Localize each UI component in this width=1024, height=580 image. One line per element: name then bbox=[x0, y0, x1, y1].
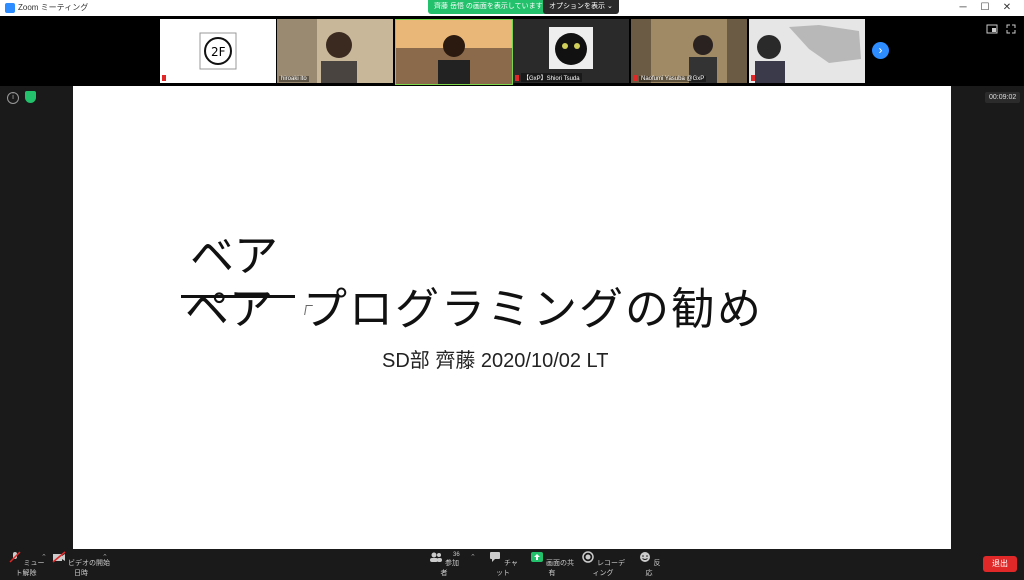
participants-icon bbox=[430, 552, 443, 562]
video-feed-icon bbox=[396, 20, 512, 84]
participant-thumb-active[interactable] bbox=[395, 19, 513, 85]
start-video-label: ビデオの開始日時 bbox=[67, 560, 110, 577]
participant-thumb[interactable]: Naofumi Yasuba @GxP bbox=[631, 19, 747, 83]
participants-count: 36 bbox=[453, 552, 460, 558]
layout-icon[interactable] bbox=[986, 24, 998, 34]
slide-subtitle: SD部 齊藤 2020/10/02 LT bbox=[382, 350, 609, 372]
mute-options-caret-icon[interactable]: ⌃ bbox=[41, 553, 47, 561]
meeting-timer: 00:09:02 bbox=[985, 92, 1021, 103]
shared-screen-slide: ベア ペア プログラミングの勧め SD部 齊藤 2020/10/02 LT bbox=[73, 86, 951, 549]
participant-thumb[interactable]: hiroaki ito bbox=[277, 19, 393, 83]
chat-icon bbox=[490, 552, 501, 562]
participants-caret-icon[interactable]: ⌃ bbox=[470, 553, 476, 561]
mic-muted-icon bbox=[633, 75, 637, 81]
leave-meeting-button[interactable]: 退出 bbox=[983, 556, 1017, 572]
info-icon[interactable]: i bbox=[7, 92, 19, 104]
video-feed-icon bbox=[651, 19, 727, 83]
unmute-button[interactable]: ミュート解除 bbox=[6, 551, 46, 578]
share-screen-label: 画面の共有 bbox=[545, 560, 574, 577]
svg-text:2F: 2F bbox=[211, 45, 226, 59]
mic-off-icon bbox=[8, 551, 21, 563]
meeting-toolbar: ミュート解除 ⌃ ビデオの開始日時 ⌃ 参加者 36 ⌃ チャット 画面の共有 … bbox=[0, 549, 1024, 580]
video-off-icon bbox=[52, 551, 66, 563]
fullscreen-icon[interactable] bbox=[1006, 24, 1016, 34]
participants-label: 参加者 bbox=[440, 560, 459, 577]
record-label: レコーディング bbox=[592, 560, 625, 577]
minimize-button[interactable]: ─ bbox=[952, 1, 974, 15]
reaction-emoji-icon bbox=[639, 552, 650, 562]
share-banner: 齊藤 岳悟 の画面を表示しています bbox=[428, 0, 549, 14]
participant-strip: 2F hiroaki ito 【GxP】Shiori Tsuda Naofumi… bbox=[0, 16, 1024, 86]
security-shield-icon[interactable] bbox=[25, 91, 36, 103]
next-page-button[interactable]: › bbox=[872, 42, 889, 59]
share-screen-button[interactable]: 画面の共有 bbox=[530, 551, 574, 578]
participant-name: hiroaki ito bbox=[279, 76, 309, 82]
reactions-button[interactable]: 反応 bbox=[637, 551, 661, 578]
participant-thumb[interactable]: 【GxP】Shiori Tsuda bbox=[513, 19, 629, 83]
close-button[interactable]: ✕ bbox=[996, 1, 1018, 15]
video-feed-icon bbox=[277, 19, 357, 83]
participant-name: 【GxP】Shiori Tsuda bbox=[521, 73, 582, 82]
view-options-button[interactable]: オプションを表示 ⌄ bbox=[543, 0, 619, 14]
slide-title-struck: ペア bbox=[185, 284, 273, 335]
record-button[interactable]: レコーディング bbox=[580, 551, 626, 578]
share-screen-icon bbox=[531, 552, 544, 562]
maximize-button[interactable]: ☐ bbox=[974, 1, 996, 15]
chat-button[interactable]: チャット bbox=[488, 551, 518, 578]
video-feed-icon bbox=[755, 25, 861, 83]
mic-muted-icon bbox=[751, 75, 755, 81]
mic-muted-icon bbox=[515, 75, 519, 81]
participant-thumb[interactable] bbox=[749, 19, 865, 83]
slide-title: プログラミングの勧め bbox=[303, 284, 763, 335]
participant-thumb[interactable]: 2F bbox=[160, 19, 276, 83]
video-options-caret-icon[interactable]: ⌃ bbox=[102, 553, 108, 561]
zoom-logo-icon bbox=[5, 3, 15, 13]
participant-name: Naofumi Yasuba @GxP bbox=[639, 76, 707, 82]
window-title: Zoom ミーティング bbox=[18, 3, 89, 12]
avatar-logo-icon: 2F bbox=[199, 32, 237, 70]
record-icon bbox=[582, 551, 594, 563]
strikethrough-line bbox=[181, 295, 295, 298]
title-bar: Zoom ミーティング 齊藤 岳悟 の画面を表示しています オプションを表示 ⌄… bbox=[0, 0, 1024, 17]
mic-muted-icon bbox=[162, 75, 166, 81]
